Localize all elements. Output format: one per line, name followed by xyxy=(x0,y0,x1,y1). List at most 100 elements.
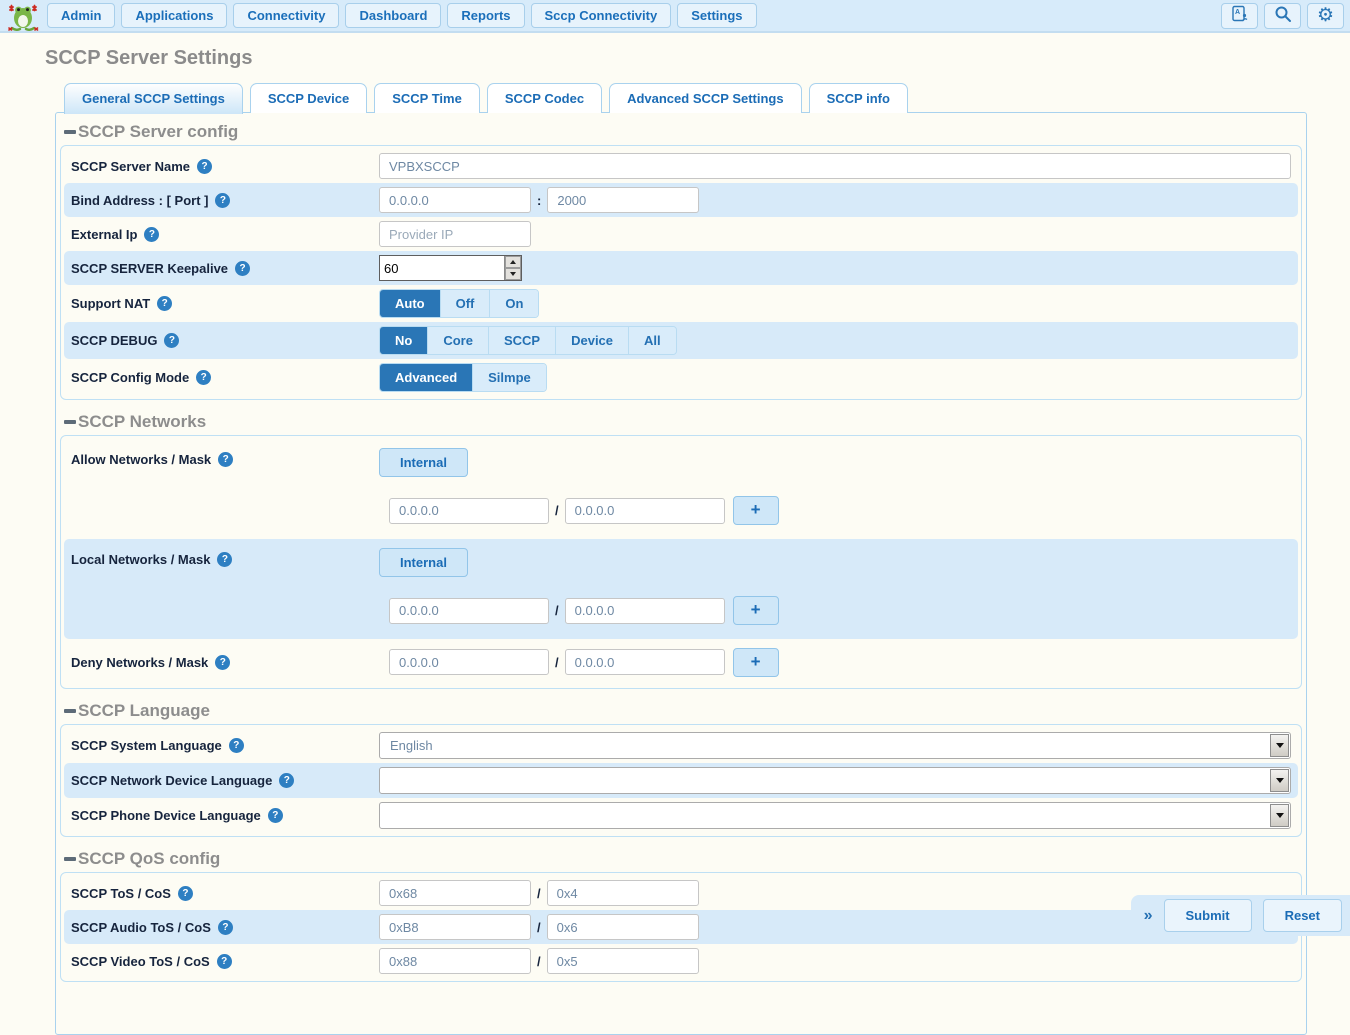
field-label-text: Allow Networks / Mask xyxy=(71,452,211,467)
tab-sccp-time[interactable]: SCCP Time xyxy=(374,83,480,113)
local-mask-input[interactable] xyxy=(565,598,725,624)
collapse-chevron-icon[interactable]: » xyxy=(1144,907,1153,925)
help-icon[interactable]: ? xyxy=(235,261,250,276)
keepalive-value-input[interactable] xyxy=(380,256,504,280)
debug-all-button[interactable]: All xyxy=(629,327,676,354)
fieldset-server-config: SCCP Server Name ? Bind Address : [ Port… xyxy=(60,145,1302,400)
spinner-up-button[interactable] xyxy=(505,256,521,268)
nav-item-connectivity[interactable]: Connectivity xyxy=(233,3,339,28)
system-language-select[interactable]: English xyxy=(379,732,1291,759)
field-label: SCCP Server Name ? xyxy=(71,159,379,174)
separator: : xyxy=(537,193,541,208)
video-tos-input[interactable] xyxy=(379,948,531,974)
tab-advanced-sccp-settings[interactable]: Advanced SCCP Settings xyxy=(609,83,802,113)
sccp-debug-toggle-group: No Core SCCP Device All xyxy=(379,326,677,355)
field-label-text: SCCP Server Name xyxy=(71,159,190,174)
collapse-icon[interactable] xyxy=(64,130,76,134)
reset-button[interactable]: Reset xyxy=(1263,899,1342,932)
help-icon[interactable]: ? xyxy=(268,808,283,823)
nat-off-button[interactable]: Off xyxy=(441,290,491,317)
tab-sccp-device[interactable]: SCCP Device xyxy=(250,83,367,113)
debug-no-button[interactable]: No xyxy=(380,327,428,354)
row-audio-tos-cos: SCCP Audio ToS / CoS ? / xyxy=(64,910,1298,944)
help-icon[interactable]: ? xyxy=(178,886,193,901)
field-label-text: Local Networks / Mask xyxy=(71,552,210,567)
row-video-tos-cos: SCCP Video ToS / CoS ? / xyxy=(64,944,1298,978)
separator: / xyxy=(537,920,541,935)
submit-button[interactable]: Submit xyxy=(1164,899,1252,932)
field-label-text: SCCP Phone Device Language xyxy=(71,808,261,823)
deny-add-button[interactable]: + xyxy=(733,648,779,677)
mode-advanced-button[interactable]: Advanced xyxy=(380,364,473,391)
chevron-down-icon xyxy=(1276,743,1284,748)
local-internal-button[interactable]: Internal xyxy=(379,548,468,577)
network-device-language-select[interactable] xyxy=(379,767,1291,794)
collapse-icon[interactable] xyxy=(64,709,76,713)
audio-cos-input[interactable] xyxy=(547,914,699,940)
field-label: SCCP Audio ToS / CoS ? xyxy=(71,920,379,935)
nat-auto-button[interactable]: Auto xyxy=(380,290,441,317)
sccp-cos-input[interactable] xyxy=(547,880,699,906)
dropdown-button[interactable] xyxy=(1270,734,1289,757)
help-icon[interactable]: ? xyxy=(215,193,230,208)
dropdown-button[interactable] xyxy=(1270,804,1289,827)
help-icon[interactable]: ? xyxy=(217,552,232,567)
spinner-down-button[interactable] xyxy=(505,268,521,280)
tab-general-sccp-settings[interactable]: General SCCP Settings xyxy=(64,83,243,114)
settings-gear-button[interactable]: ⚙ xyxy=(1307,3,1344,29)
debug-device-button[interactable]: Device xyxy=(556,327,629,354)
deny-mask-input[interactable] xyxy=(565,649,725,675)
help-icon[interactable]: ? xyxy=(157,296,172,311)
help-icon[interactable]: ? xyxy=(164,333,179,348)
fieldset-language: SCCP System Language ? English SCCP Netw… xyxy=(60,724,1302,837)
field-label: Support NAT ? xyxy=(71,296,379,311)
deny-network-input[interactable] xyxy=(389,649,549,675)
debug-core-button[interactable]: Core xyxy=(428,327,489,354)
allow-mask-input[interactable] xyxy=(565,498,725,524)
allow-internal-button[interactable]: Internal xyxy=(379,448,468,477)
search-button[interactable] xyxy=(1264,3,1301,29)
allow-add-button[interactable]: + xyxy=(733,496,779,525)
help-icon[interactable]: ? xyxy=(197,159,212,174)
help-icon[interactable]: ? xyxy=(218,920,233,935)
help-icon[interactable]: ? xyxy=(279,773,294,788)
section-title: SCCP Language xyxy=(78,701,210,721)
help-icon[interactable]: ? xyxy=(229,738,244,753)
help-icon[interactable]: ? xyxy=(215,655,230,670)
collapse-icon[interactable] xyxy=(64,420,76,424)
help-icon[interactable]: ? xyxy=(218,452,233,467)
bind-port-input[interactable] xyxy=(547,187,699,213)
nav-item-admin[interactable]: Admin xyxy=(47,3,115,28)
nav-item-sccp-connectivity[interactable]: Sccp Connectivity xyxy=(531,3,672,28)
allow-network-input[interactable] xyxy=(389,498,549,524)
tab-sccp-info[interactable]: SCCP info xyxy=(809,83,908,113)
sccp-tos-input[interactable] xyxy=(379,880,531,906)
language-translate-button[interactable]: A xyxy=(1221,3,1258,29)
video-cos-input[interactable] xyxy=(547,948,699,974)
phone-device-language-select[interactable] xyxy=(379,802,1291,829)
help-icon[interactable]: ? xyxy=(217,954,232,969)
bind-address-input[interactable] xyxy=(379,187,531,213)
audio-tos-input[interactable] xyxy=(379,914,531,940)
sccp-server-name-input[interactable] xyxy=(379,153,1291,179)
local-add-button[interactable]: + xyxy=(733,596,779,625)
external-ip-input[interactable] xyxy=(379,221,531,247)
help-icon[interactable]: ? xyxy=(144,227,159,242)
nav-item-reports[interactable]: Reports xyxy=(447,3,524,28)
tab-sccp-codec[interactable]: SCCP Codec xyxy=(487,83,602,113)
nav-item-applications[interactable]: Applications xyxy=(121,3,227,28)
row-network-device-language: SCCP Network Device Language ? xyxy=(64,763,1298,798)
local-network-input[interactable] xyxy=(389,598,549,624)
mode-silmpe-button[interactable]: Silmpe xyxy=(473,364,546,391)
frog-logo-icon[interactable] xyxy=(5,1,41,31)
help-icon[interactable]: ? xyxy=(196,370,211,385)
debug-sccp-button[interactable]: SCCP xyxy=(489,327,556,354)
field-label: Bind Address : [ Port ] ? xyxy=(71,193,379,208)
collapse-icon[interactable] xyxy=(64,857,76,861)
nav-item-dashboard[interactable]: Dashboard xyxy=(345,3,441,28)
nav-item-settings[interactable]: Settings xyxy=(677,3,756,28)
nat-on-button[interactable]: On xyxy=(490,290,538,317)
chevron-down-icon xyxy=(1276,778,1284,783)
dropdown-button[interactable] xyxy=(1270,769,1289,792)
field-label-text: SCCP Network Device Language xyxy=(71,773,272,788)
